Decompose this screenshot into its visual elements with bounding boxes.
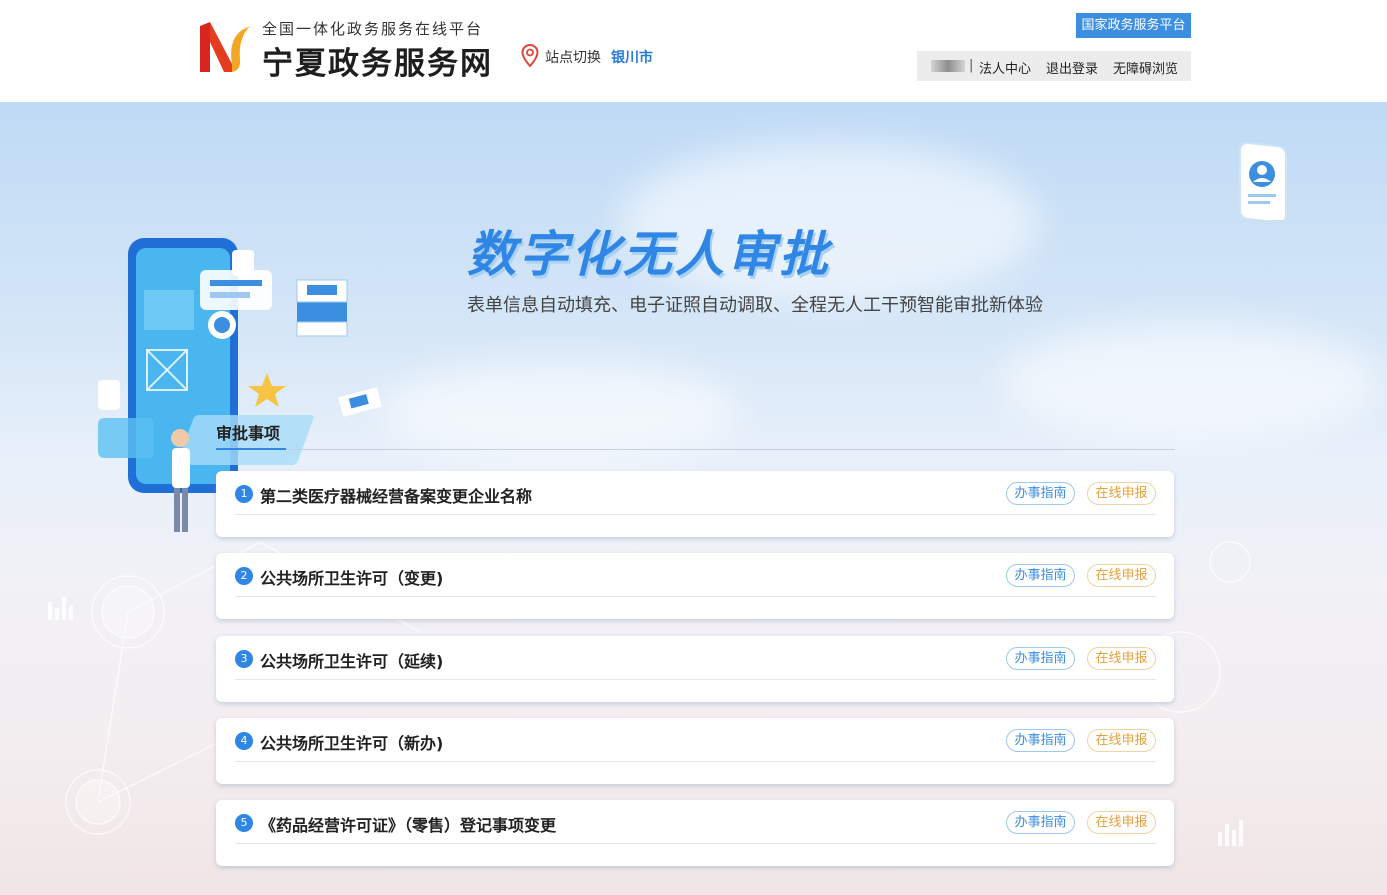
- legal-center-link[interactable]: 法人中心: [979, 58, 1031, 77]
- accessibility-link[interactable]: 无障碍浏览: [1113, 58, 1178, 77]
- guide-button[interactable]: 办事指南: [1006, 647, 1075, 670]
- guide-button[interactable]: 办事指南: [1006, 811, 1075, 834]
- guide-button[interactable]: 办事指南: [1006, 564, 1075, 587]
- apply-online-button[interactable]: 在线申报: [1087, 729, 1156, 752]
- item-number-badge: 2: [235, 567, 253, 585]
- site-switch-link[interactable]: 站点切换: [545, 47, 601, 67]
- approval-item[interactable]: 2 公共场所卫生许可（变更) 办事指南 在线申报: [216, 553, 1174, 619]
- approval-item[interactable]: 3 公共场所卫生许可（延续) 办事指南 在线申报: [216, 636, 1174, 702]
- current-city[interactable]: 银川市: [611, 47, 653, 67]
- approval-item[interactable]: 5 《药品经营许可证》（零售）登记事项变更 办事指南 在线申报: [216, 800, 1174, 866]
- guide-button[interactable]: 办事指南: [1006, 729, 1075, 752]
- toolbar-separator: |: [969, 58, 974, 73]
- approval-item[interactable]: 1 第二类医疗器械经营备案变更企业名称 办事指南 在线申报: [216, 471, 1174, 537]
- user-name-redacted: [931, 60, 965, 72]
- section-title-underline: [216, 448, 286, 450]
- item-divider: [235, 843, 1156, 844]
- item-number-badge: 1: [235, 485, 253, 503]
- item-number-badge: 4: [235, 732, 253, 750]
- banner-title: 数字化无人审批: [467, 226, 832, 283]
- banner-subtitle: 表单信息自动填充、电子证照自动调取、全程无人工干预智能审批新体验: [467, 295, 1043, 316]
- item-name[interactable]: 公共场所卫生许可（变更): [260, 565, 443, 589]
- item-name[interactable]: 《药品经营许可证》（零售）登记事项变更: [260, 812, 556, 836]
- approval-item[interactable]: 4 公共场所卫生许可（新办) 办事指南 在线申报: [216, 718, 1174, 784]
- user-toolbar: | 法人中心 退出登录 无障碍浏览: [917, 51, 1191, 81]
- item-divider: [235, 514, 1156, 515]
- section-divider: [286, 449, 1175, 450]
- logout-link[interactable]: 退出登录: [1046, 58, 1098, 77]
- cloud-decoration: [1000, 322, 1380, 442]
- apply-online-button[interactable]: 在线申报: [1087, 564, 1156, 587]
- apply-online-button[interactable]: 在线申报: [1087, 482, 1156, 505]
- item-number-badge: 3: [235, 650, 253, 668]
- item-name[interactable]: 公共场所卫生许可（延续): [260, 648, 443, 672]
- apply-online-button[interactable]: 在线申报: [1087, 811, 1156, 834]
- item-divider: [235, 761, 1156, 762]
- item-number-badge: 5: [235, 814, 253, 832]
- apply-online-button[interactable]: 在线申报: [1087, 647, 1156, 670]
- user-center-card-icon[interactable]: [1238, 140, 1288, 220]
- item-name[interactable]: 公共场所卫生许可（新办): [260, 730, 443, 754]
- site-logo-icon[interactable]: [198, 20, 252, 74]
- site-header: 全国一体化政务服务在线平台 宁夏政务服务网 站点切换 银川市 国家政务服务平台 …: [0, 0, 1387, 102]
- item-name[interactable]: 第二类医疗器械经营备案变更企业名称: [260, 483, 532, 507]
- item-divider: [235, 596, 1156, 597]
- item-divider: [235, 679, 1156, 680]
- cloud-decoration: [380, 362, 740, 462]
- national-platform-button[interactable]: 国家政务服务平台: [1076, 13, 1191, 38]
- logo-subtitle: 全国一体化政务服务在线平台: [262, 20, 484, 38]
- location-pin-icon[interactable]: [521, 44, 539, 68]
- section-title: 审批事项: [216, 424, 281, 443]
- logo-title[interactable]: 宁夏政务服务网: [262, 38, 493, 83]
- guide-button[interactable]: 办事指南: [1006, 482, 1075, 505]
